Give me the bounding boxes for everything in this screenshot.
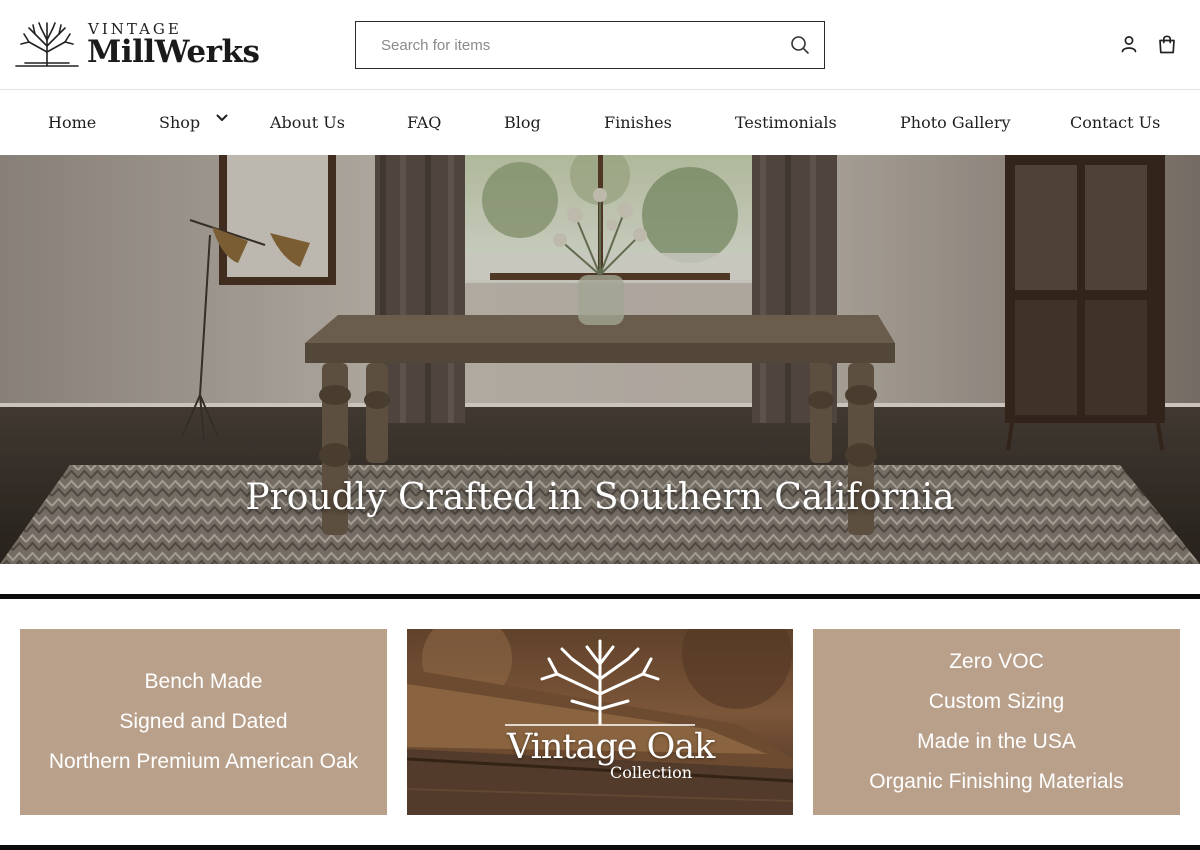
feature-american-oak: Northern Premium American Oak [48, 750, 359, 773]
feature-box-left: Bench Made Signed and Dated Northern Pre… [20, 629, 387, 815]
nav-blog[interactable]: Blog [504, 90, 541, 155]
feature-custom-sizing: Custom Sizing [928, 690, 1065, 713]
feature-made-in-usa: Made in the USA [917, 730, 1076, 753]
feature-organic-finishing: Organic Finishing Materials [869, 770, 1124, 793]
brand-logo[interactable]: VINTAGE MillWerks [15, 20, 260, 72]
search-button[interactable] [788, 33, 812, 57]
main-nav: Home Shop About Us FAQ Blog Finishes Tes… [0, 90, 1200, 155]
feature-zero-voc: Zero VOC [949, 650, 1044, 673]
hero-title: Proudly Crafted in Southern California [245, 477, 955, 518]
search-input[interactable] [356, 22, 776, 68]
site-header: VINTAGE MillWerks [0, 0, 1200, 90]
nav-finishes[interactable]: Finishes [604, 90, 672, 155]
nav-faq[interactable]: FAQ [407, 90, 441, 155]
nav-photo-gallery[interactable]: Photo Gallery [900, 90, 1011, 155]
promo-title: Vintage Oak [507, 727, 715, 767]
cart-bag-icon [1159, 35, 1175, 54]
account-icon [1121, 36, 1137, 53]
nav-contact-us[interactable]: Contact Us [1070, 90, 1160, 155]
nav-about-us[interactable]: About Us [270, 90, 345, 155]
weathered-wood-image [407, 629, 793, 815]
section-divider-top [0, 594, 1200, 599]
tree-logo-icon [15, 22, 79, 67]
feature-bench-made: Bench Made [144, 670, 263, 693]
nav-shop[interactable]: Shop [159, 90, 200, 155]
account-button[interactable] [1118, 33, 1140, 55]
cart-button[interactable] [1156, 33, 1178, 55]
vintage-oak-collection-banner[interactable]: Vintage Oak Collection [407, 629, 793, 815]
nav-testimonials[interactable]: Testimonials [735, 90, 837, 155]
feature-box-right: Zero VOC Custom Sizing Made in the USA O… [813, 629, 1180, 815]
promo-subtitle: Collection [610, 763, 693, 782]
section-divider-bottom [0, 845, 1200, 850]
search-icon [791, 36, 809, 54]
shop-dropdown-toggle[interactable] [214, 110, 230, 126]
chevron-down-icon [216, 114, 228, 121]
hero-banner: Proudly Crafted in Southern California [0, 155, 1200, 564]
search-box [355, 21, 825, 69]
feature-signed-dated: Signed and Dated [119, 710, 288, 733]
logo-millwerks-text: MillWerks [87, 34, 260, 70]
nav-home[interactable]: Home [48, 90, 96, 155]
